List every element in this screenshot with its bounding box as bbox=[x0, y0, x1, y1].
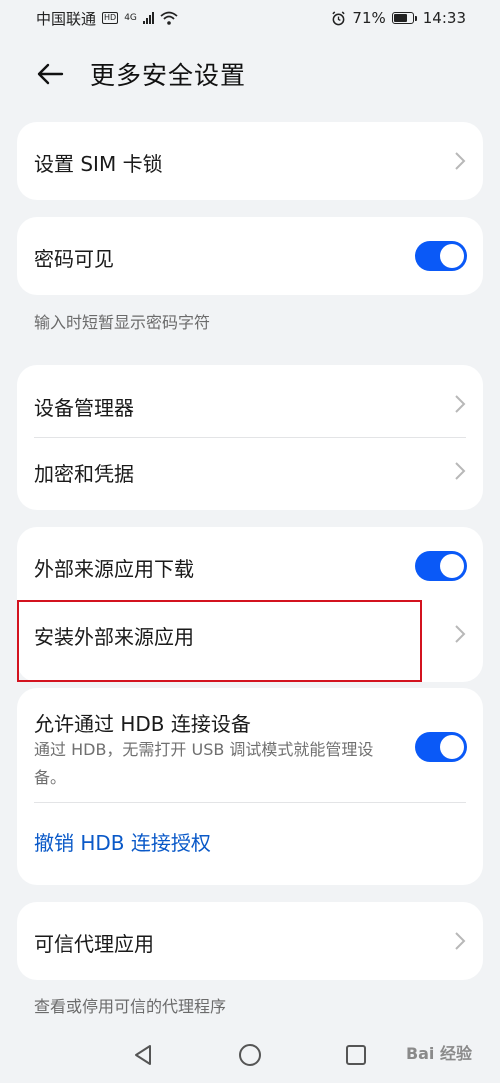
external-download-toggle[interactable] bbox=[415, 551, 467, 581]
nav-home-icon bbox=[239, 1044, 261, 1066]
trust-agents-row[interactable]: 可信代理应用 bbox=[17, 902, 483, 980]
trust-agents-caption: 查看或停用可信的代理程序 bbox=[34, 997, 227, 1016]
password-visible-caption: 输入时短暂显示密码字符 bbox=[34, 313, 211, 332]
hd-badge: HD bbox=[102, 12, 119, 24]
hdb-toggle[interactable] bbox=[415, 732, 467, 762]
page-title: 更多安全设置 bbox=[90, 61, 247, 90]
wifi-icon bbox=[160, 11, 178, 25]
network-type: 4G bbox=[124, 13, 137, 23]
hdb-row[interactable]: 允许通过 HDB 连接设备 通过 HDB，无需打开 USB 调试模式就能管理设备… bbox=[17, 688, 483, 802]
device-admin-label: 设备管理器 bbox=[34, 396, 134, 420]
password-visible-label: 密码可见 bbox=[34, 247, 114, 271]
chevron-right-icon bbox=[455, 462, 466, 480]
carrier-name: 中国联通 bbox=[36, 9, 97, 28]
external-download-row[interactable]: 外部来源应用下载 bbox=[17, 527, 483, 603]
battery-icon bbox=[391, 12, 417, 24]
credentials-row[interactable]: 加密和凭据 bbox=[17, 438, 483, 510]
device-card: 设备管理器 加密和凭据 bbox=[17, 365, 483, 510]
chevron-right-icon bbox=[455, 625, 466, 643]
nav-back-icon bbox=[135, 1045, 151, 1065]
hdb-card: 允许通过 HDB 连接设备 通过 HDB，无需打开 USB 调试模式就能管理设备… bbox=[17, 688, 483, 885]
nav-recents-icon bbox=[346, 1045, 366, 1065]
alarm-icon bbox=[332, 10, 346, 25]
trust-agents-label: 可信代理应用 bbox=[34, 932, 154, 956]
sim-lock-row[interactable]: 设置 SIM 卡锁 bbox=[17, 122, 483, 200]
page-header: 更多安全设置 bbox=[0, 48, 500, 100]
hdb-label: 允许通过 HDB 连接设备 bbox=[34, 712, 251, 736]
nav-back-button[interactable] bbox=[128, 1040, 158, 1070]
revoke-hdb-row[interactable]: 撤销 HDB 连接授权 bbox=[17, 803, 483, 885]
back-button[interactable] bbox=[34, 58, 66, 90]
nav-home-button[interactable] bbox=[235, 1040, 265, 1070]
credentials-label: 加密和凭据 bbox=[34, 462, 134, 486]
trust-agents-card: 可信代理应用 bbox=[17, 902, 483, 980]
sim-lock-label: 设置 SIM 卡锁 bbox=[34, 152, 163, 176]
password-visible-toggle[interactable] bbox=[415, 241, 467, 271]
watermark: Bai 经验 bbox=[405, 1044, 472, 1063]
chevron-right-icon bbox=[455, 395, 466, 413]
battery-percent: 71% bbox=[352, 9, 386, 27]
password-visible-card: 密码可见 bbox=[17, 217, 483, 295]
revoke-hdb-link[interactable]: 撤销 HDB 连接授权 bbox=[34, 827, 211, 856]
hdb-description: 通过 HDB，无需打开 USB 调试模式就能管理设备。 bbox=[34, 740, 374, 787]
external-download-label: 外部来源应用下载 bbox=[34, 557, 194, 581]
device-admin-row[interactable]: 设备管理器 bbox=[17, 365, 483, 437]
status-bar: 中国联通 HD 4G 71% 14:33 bbox=[0, 0, 500, 36]
sim-lock-card: 设置 SIM 卡锁 bbox=[17, 122, 483, 200]
chevron-right-icon bbox=[455, 932, 466, 950]
password-visible-row[interactable]: 密码可见 bbox=[17, 217, 483, 295]
nav-recents-button[interactable] bbox=[341, 1040, 371, 1070]
highlight-box bbox=[17, 600, 422, 682]
chevron-right-icon bbox=[455, 152, 466, 170]
signal-icon bbox=[142, 12, 154, 24]
arrow-left-icon bbox=[37, 63, 64, 85]
clock-time: 14:33 bbox=[422, 9, 466, 27]
